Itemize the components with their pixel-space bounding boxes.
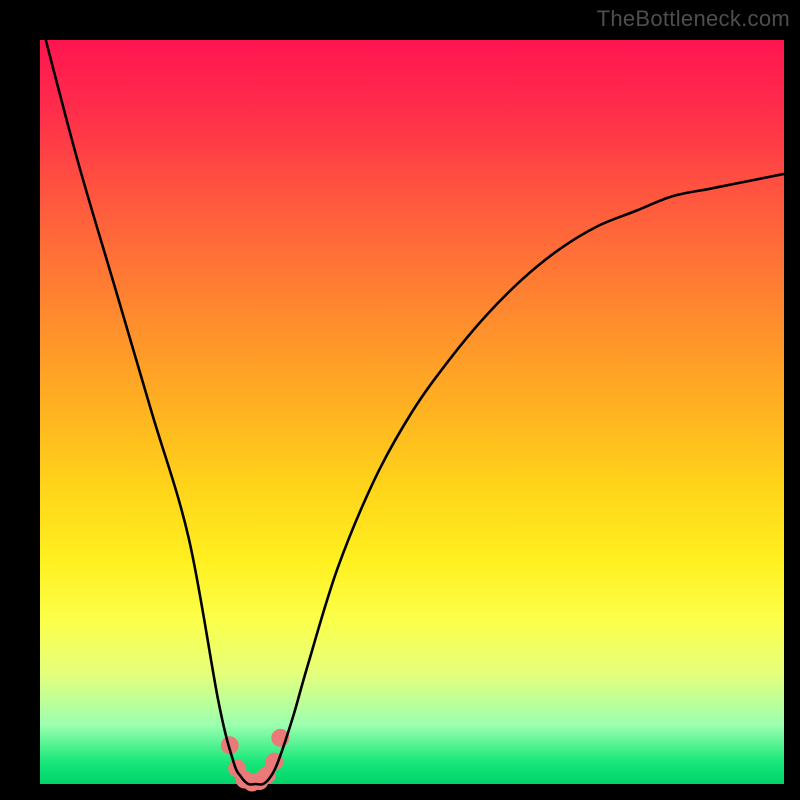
- chart-frame: TheBottleneck.com: [0, 0, 800, 800]
- chart-svg: [40, 40, 784, 784]
- plot-area: [40, 40, 784, 784]
- bottleneck-curve: [40, 18, 784, 785]
- watermark-text: TheBottleneck.com: [597, 6, 790, 32]
